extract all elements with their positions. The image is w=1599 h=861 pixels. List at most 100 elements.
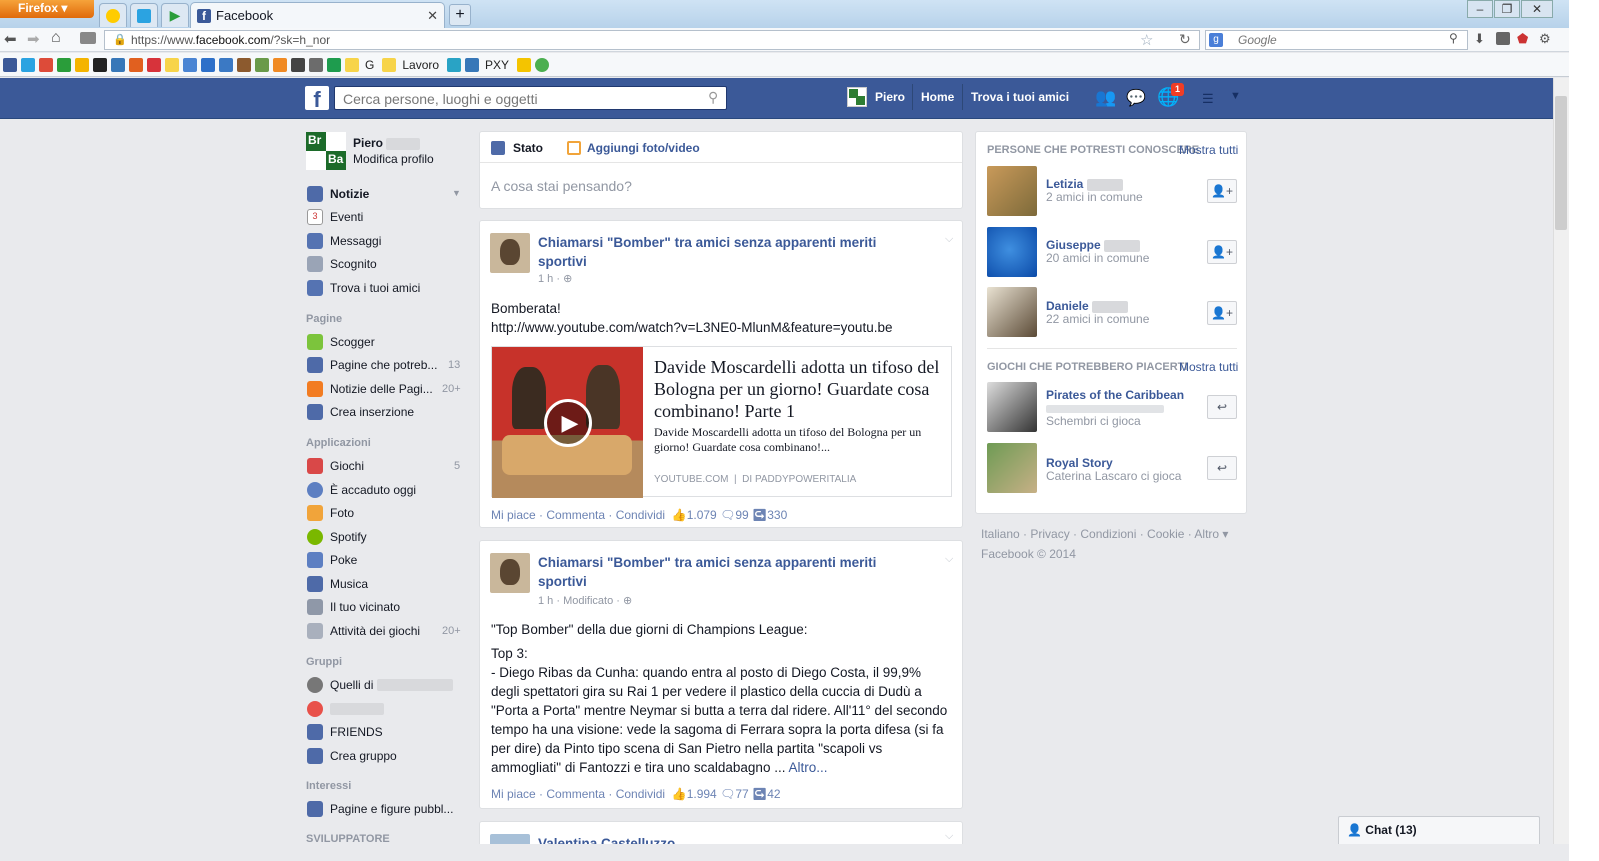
bookmark-red-icon[interactable] (147, 57, 161, 72)
add-friend-button[interactable]: 👤+ (1207, 179, 1237, 203)
bookmark-green-icon[interactable] (327, 57, 341, 72)
person-avatar[interactable] (987, 227, 1037, 277)
url-bar[interactable]: 🔒 https://www.facebook.com/?sk=h_nor ☆ ↻ (104, 30, 1200, 50)
bookmark-grid-icon[interactable] (309, 57, 323, 72)
sidebar-item-eventi[interactable]: 3 Eventi (307, 206, 363, 228)
pinned-tab-twitter[interactable] (130, 3, 158, 27)
minimize-button[interactable]: – (1467, 0, 1493, 18)
like-count[interactable]: 1.994 (687, 787, 717, 801)
tab-facebook[interactable]: f Facebook ✕ (190, 2, 445, 28)
profile-name[interactable]: Piero (353, 136, 421, 150)
nav-find-friends-link[interactable]: Trova i tuoi amici (971, 90, 1069, 104)
sidebar-item-messaggi[interactable]: Messaggi (307, 230, 381, 252)
footer-links[interactable]: Italiano · Privacy · Condizioni · Cookie… (981, 527, 1228, 541)
sidebar-item-app[interactable]: Musica (307, 573, 368, 595)
bookmark-lavoro[interactable]: Lavoro (402, 58, 439, 72)
sidebar-section-pages[interactable]: Pagine (306, 313, 342, 325)
show-all-games-link[interactable]: Mostra tutti (1179, 360, 1238, 374)
bookmark-green-circle-icon[interactable] (535, 57, 550, 72)
bookmark-ship-icon[interactable] (237, 57, 251, 72)
bookmark-star-icon[interactable] (93, 57, 107, 72)
firefox-menu-button[interactable]: Firefox ▾ (0, 0, 94, 18)
sidebar-item-group[interactable]: FRIENDS (307, 721, 383, 743)
bookmark-pxy[interactable]: PXY (485, 58, 509, 72)
person-name[interactable]: Daniele (1046, 299, 1129, 313)
post-author-avatar[interactable] (490, 233, 530, 273)
like-button[interactable]: Mi piace (491, 508, 536, 522)
comment-button[interactable]: Commenta (546, 787, 605, 801)
sidebar-item-interest[interactable]: Pagine e figure pubbl... (307, 798, 453, 820)
bookmark-play-icon[interactable] (57, 57, 71, 72)
bookmark-folder-icon[interactable] (165, 57, 179, 72)
composer-input[interactable]: A cosa stai pensando? (491, 178, 632, 194)
person-name[interactable]: Letizia (1046, 177, 1123, 191)
bookmark-star-icon[interactable]: ☆ (1140, 31, 1153, 49)
bookmark-folder-icon[interactable] (382, 57, 397, 72)
sidebar-item-app[interactable]: Attività dei giochi (307, 620, 420, 642)
play-game-button[interactable]: ↩ (1207, 456, 1237, 480)
comment-count[interactable]: 99 (735, 508, 748, 522)
sidebar-item-page[interactable]: Pagine che potreb... (307, 354, 437, 376)
post-options-chevron-down-icon[interactable]: ⌵ (945, 830, 953, 843)
printer-icon[interactable] (1496, 32, 1510, 45)
comment-count[interactable]: 77 (735, 787, 748, 801)
pinned-tab-1[interactable] (99, 3, 127, 27)
post-time[interactable]: 1 h · ⊕ (538, 272, 572, 285)
add-friend-button[interactable]: 👤+ (1207, 240, 1237, 264)
game-thumbnail[interactable] (987, 443, 1037, 493)
privacy-shortcuts-icon[interactable]: ☰ (1202, 91, 1214, 107)
share-count[interactable]: 42 (767, 787, 780, 801)
addon-icon[interactable]: ⬟ (1517, 31, 1528, 47)
post-link[interactable]: http://www.youtube.com/watch?v=L3NE0-Mlu… (491, 318, 892, 337)
profile-avatar[interactable]: Br Ba (306, 132, 346, 170)
mutual-friends[interactable]: 20 amici in comune (1046, 251, 1149, 265)
facebook-logo-icon[interactable]: f (305, 86, 329, 112)
like-count[interactable]: 1.079 (687, 508, 717, 522)
post-author[interactable]: Chiamarsi "Bomber" tra amici senza appar… (538, 233, 918, 271)
bookmark-folder-icon[interactable] (345, 57, 359, 72)
add-friend-button[interactable]: 👤+ (1207, 301, 1237, 325)
bookmark-facebook-icon[interactable] (3, 57, 17, 72)
comment-button[interactable]: Commenta (546, 508, 605, 522)
nav-home-link[interactable]: Home (921, 90, 954, 104)
back-icon[interactable]: ⬅ (4, 30, 17, 48)
link-preview[interactable]: ▶ Davide Moscardelli adotta un tifoso de… (491, 346, 952, 498)
tab-groups-icon[interactable] (80, 32, 96, 44)
play-game-button[interactable]: ↩ (1207, 395, 1237, 419)
fb-search-icon[interactable]: ⚲ (708, 89, 718, 106)
google-engine-icon[interactable]: g (1209, 33, 1223, 47)
sidebar-section-groups[interactable]: Gruppi (306, 656, 342, 668)
bookmark-search-icon[interactable] (111, 57, 125, 72)
bookmark-app-icon[interactable] (447, 57, 462, 72)
post-options-chevron-down-icon[interactable]: ⌵ (945, 233, 953, 246)
fb-search-input[interactable]: Cerca persone, luoghi e oggetti ⚲ (334, 86, 727, 110)
game-thumbnail[interactable] (987, 382, 1037, 432)
chat-tab[interactable]: 👤 Chat (13) (1338, 816, 1540, 844)
home-icon[interactable]: ⌂ (51, 29, 61, 47)
person-avatar[interactable] (987, 287, 1037, 337)
show-all-people-link[interactable]: Mostra tutti (1179, 143, 1238, 157)
close-tab-icon[interactable]: ✕ (427, 8, 438, 24)
mutual-friends[interactable]: 22 amici in comune (1046, 312, 1149, 326)
bookmark-6-icon[interactable] (129, 57, 143, 72)
post-time[interactable]: 1 h · Modificato · ⊕ (538, 594, 632, 607)
pinned-tab-play[interactable]: ▶ (161, 3, 189, 27)
bookmark-dark-icon[interactable] (291, 57, 305, 72)
bookmark-drive-icon[interactable] (75, 57, 89, 72)
messages-icon[interactable]: 💬 (1126, 88, 1146, 108)
sidebar-item-group[interactable] (307, 698, 384, 720)
sidebar-item-app[interactable]: Spotify (307, 526, 367, 548)
sidebar-item-app[interactable]: Foto (307, 502, 354, 524)
friend-requests-icon[interactable]: 👥 (1095, 88, 1116, 108)
bookmark-g[interactable]: G (365, 58, 374, 72)
post-author[interactable]: Chiamarsi "Bomber" tra amici senza appar… (538, 553, 918, 591)
nav-user-link[interactable]: Piero (875, 90, 905, 104)
account-menu-chevron-down-icon[interactable]: ▼ (1230, 90, 1241, 102)
post-author-avatar[interactable] (490, 553, 530, 593)
forward-icon[interactable]: ➡ (27, 30, 40, 48)
scrollbar-thumb[interactable] (1555, 96, 1567, 230)
bookmark-map-icon[interactable] (255, 57, 269, 72)
menu-icon[interactable]: ⚙ (1539, 31, 1551, 47)
search-bar[interactable]: g Google ⚲ (1205, 30, 1468, 50)
sidebar-item-group[interactable]: Quelli di (307, 674, 453, 696)
